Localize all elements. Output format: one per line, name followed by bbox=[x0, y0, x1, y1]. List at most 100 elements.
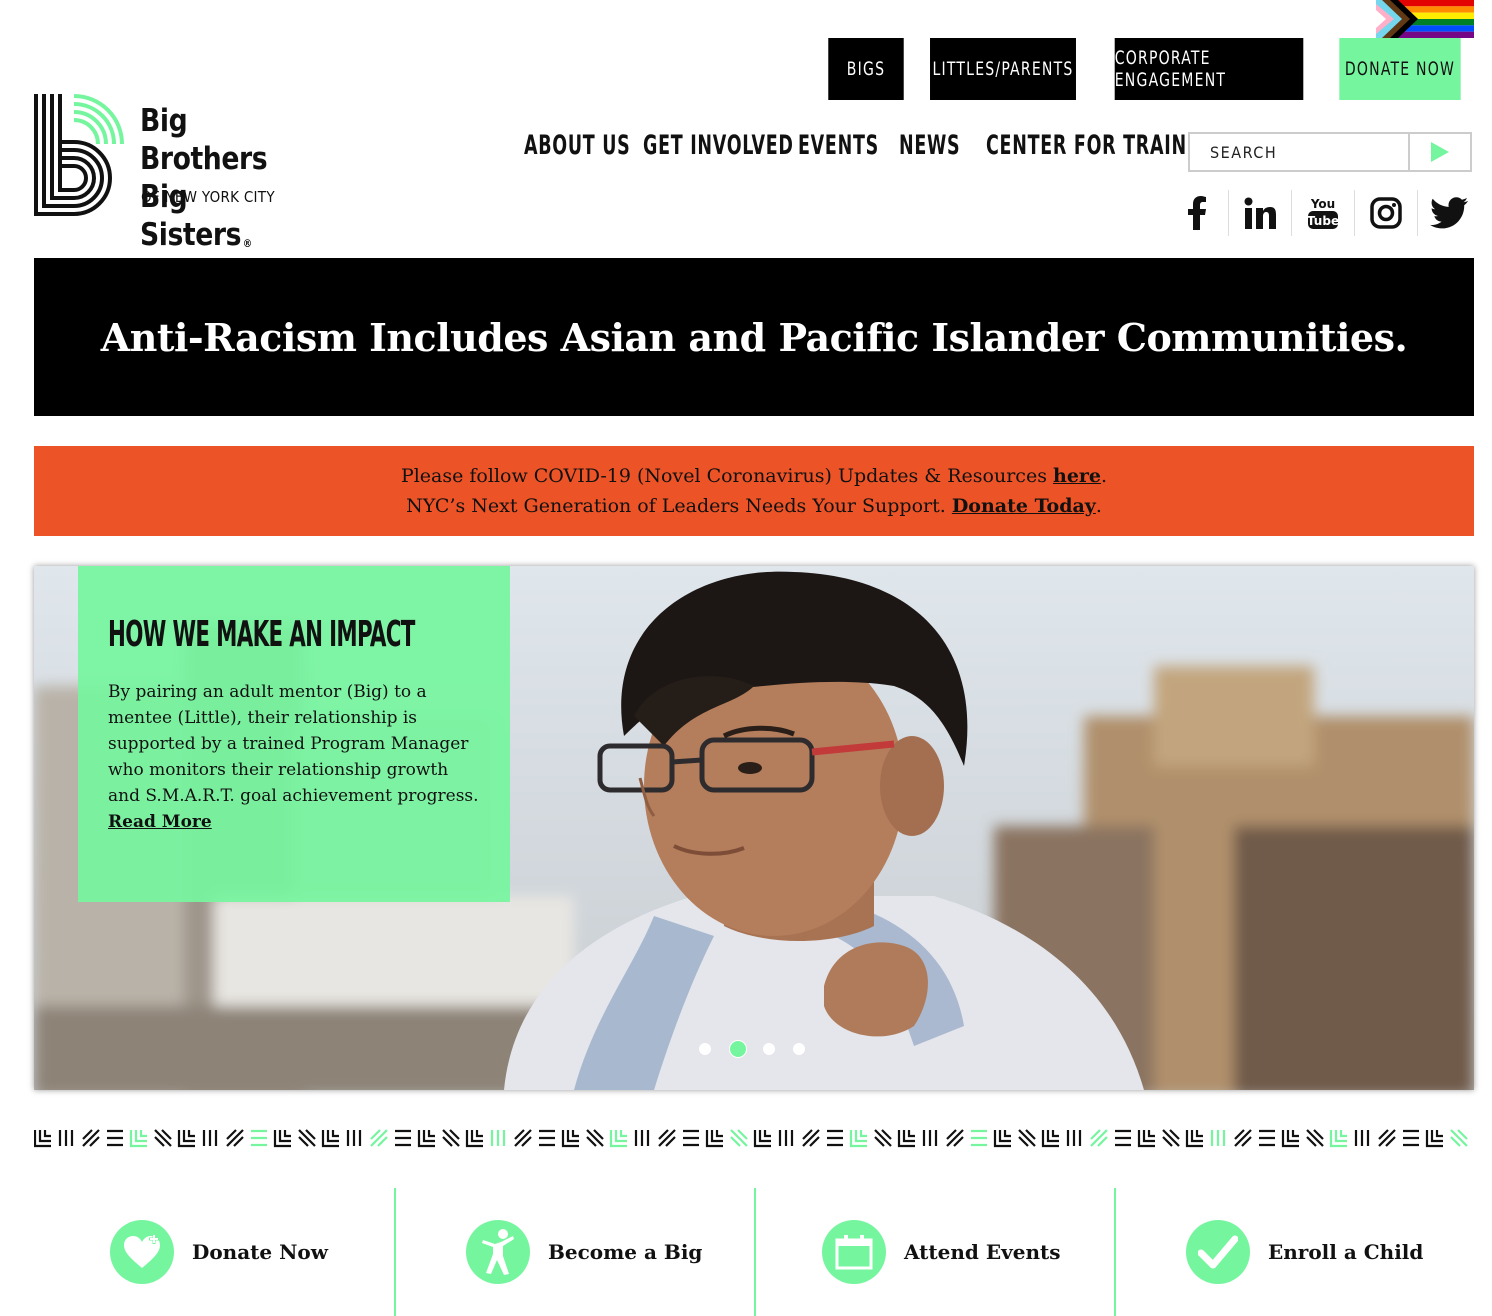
pattern-glyph bbox=[442, 1129, 460, 1147]
littles-parents-button[interactable]: LITTLES/PARENTS bbox=[930, 38, 1076, 100]
pattern-glyph bbox=[1090, 1129, 1108, 1147]
corporate-engagement-button[interactable]: CORPORATE ENGAGEMENT bbox=[1114, 38, 1304, 100]
search-input[interactable] bbox=[1190, 134, 1408, 170]
alert-line-1-end: . bbox=[1101, 465, 1108, 487]
bigs-button[interactable]: BIGS bbox=[828, 38, 904, 100]
pattern-glyph bbox=[1115, 1129, 1131, 1147]
pattern-glyph bbox=[34, 1130, 51, 1148]
cta-events-label: Attend Events bbox=[904, 1240, 1061, 1264]
announcement-banner: Anti-Racism Includes Asian and Pacific I… bbox=[34, 258, 1474, 416]
twitter-link[interactable] bbox=[1418, 190, 1480, 236]
impact-card: HOW WE MAKE AN IMPACT By pairing an adul… bbox=[78, 566, 510, 902]
pattern-glyph bbox=[58, 1130, 74, 1146]
impact-title: HOW WE MAKE AN IMPACT bbox=[108, 614, 415, 655]
pattern-glyph bbox=[609, 1130, 627, 1148]
slide-dot-2[interactable] bbox=[729, 1040, 747, 1058]
cta-attend-events[interactable]: Attend Events bbox=[822, 1188, 1060, 1316]
nav-about-us[interactable]: ABOUT US bbox=[524, 130, 631, 161]
impact-body: By pairing an adult mentor (Big) to a me… bbox=[108, 679, 480, 835]
pattern-glyph bbox=[683, 1129, 699, 1147]
bigs-label: BIGS bbox=[846, 58, 886, 80]
corporate-engagement-label: CORPORATE ENGAGEMENT bbox=[1114, 47, 1227, 91]
donate-now-button[interactable]: DONATE NOW bbox=[1339, 38, 1461, 100]
pattern-glyph bbox=[753, 1130, 771, 1148]
twitter-icon bbox=[1430, 197, 1468, 229]
cta-become-a-big[interactable]: Become a Big bbox=[466, 1188, 702, 1316]
pattern-glyph bbox=[634, 1130, 650, 1146]
pattern-glyph bbox=[874, 1129, 892, 1147]
pattern-glyph bbox=[1018, 1129, 1036, 1147]
pattern-glyph bbox=[177, 1130, 195, 1148]
pattern-glyph bbox=[82, 1129, 100, 1147]
checkmark-icon bbox=[1186, 1220, 1250, 1284]
person-icon bbox=[466, 1220, 530, 1284]
pattern-glyph bbox=[778, 1130, 794, 1146]
alert-line-1-text: Please follow COVID-19 (Novel Coronaviru… bbox=[400, 465, 1053, 487]
nav-get-involved[interactable]: GET INVOLVED bbox=[643, 130, 794, 161]
linkedin-icon bbox=[1244, 197, 1276, 229]
utility-nav: BIGS LITTLES/PARENTS CORPORATE ENGAGEMEN… bbox=[820, 38, 1474, 100]
pattern-glyph bbox=[561, 1130, 579, 1148]
pattern-glyph bbox=[1259, 1129, 1275, 1147]
cta-divider bbox=[1114, 1188, 1116, 1316]
registered-mark: ® bbox=[242, 237, 252, 250]
pattern-glyph bbox=[107, 1129, 123, 1147]
nav-events[interactable]: EVENTS bbox=[798, 130, 879, 161]
heart-icon bbox=[110, 1220, 174, 1284]
cta-divider bbox=[754, 1188, 756, 1316]
pattern-glyph bbox=[273, 1130, 291, 1148]
pattern-glyph bbox=[129, 1130, 147, 1148]
pattern-glyph bbox=[586, 1129, 604, 1147]
read-more-link[interactable]: Read More bbox=[108, 812, 212, 832]
pattern-glyph bbox=[490, 1130, 506, 1146]
logo-subtitle: OF NEW YORK CITY bbox=[141, 188, 275, 206]
pattern-glyph bbox=[1210, 1130, 1226, 1146]
cta-enroll-a-child[interactable]: Enroll a Child bbox=[1186, 1188, 1423, 1316]
pattern-glyph bbox=[1378, 1129, 1396, 1147]
pattern-glyph bbox=[658, 1129, 676, 1147]
pattern-glyph bbox=[321, 1130, 339, 1148]
pattern-glyph bbox=[346, 1130, 362, 1146]
pattern-glyph bbox=[705, 1130, 723, 1148]
pattern-glyph bbox=[1403, 1129, 1419, 1147]
pattern-glyph bbox=[1306, 1129, 1324, 1147]
covid-alert-bar: Please follow COVID-19 (Novel Coronaviru… bbox=[34, 446, 1474, 536]
cta-divider bbox=[394, 1188, 396, 1316]
instagram-link[interactable] bbox=[1355, 190, 1418, 236]
nav-news[interactable]: NEWS bbox=[899, 130, 960, 161]
cta-enroll-label: Enroll a Child bbox=[1268, 1240, 1424, 1264]
pride-flag-icon bbox=[1376, 0, 1474, 38]
pattern-glyph bbox=[730, 1129, 748, 1147]
pattern-glyph bbox=[154, 1129, 172, 1147]
slide-dot-3[interactable] bbox=[763, 1043, 775, 1055]
pattern-glyph bbox=[922, 1130, 938, 1146]
donate-now-label: DONATE NOW bbox=[1344, 58, 1456, 80]
instagram-icon bbox=[1370, 197, 1402, 229]
decorative-pattern bbox=[34, 1128, 1474, 1148]
littles-parents-label: LITTLES/PARENTS bbox=[932, 58, 1074, 80]
cta-donate-label: Donate Now bbox=[192, 1240, 328, 1264]
cta-donate-now[interactable]: Donate Now bbox=[110, 1188, 328, 1316]
slide-dot-4[interactable] bbox=[793, 1043, 805, 1055]
pattern-glyph bbox=[897, 1130, 915, 1148]
site-logo[interactable]: Big Brothers Big Sisters ® OF NEW YORK CI… bbox=[34, 92, 324, 253]
covid-updates-link[interactable]: here bbox=[1053, 465, 1101, 487]
play-arrow-icon bbox=[1431, 142, 1449, 162]
search-box bbox=[1188, 132, 1472, 172]
youtube-icon: You Tube bbox=[1307, 197, 1339, 229]
linkedin-link[interactable] bbox=[1229, 190, 1292, 236]
pattern-glyph bbox=[202, 1130, 218, 1146]
alert-line-2: NYC’s Next Generation of Leaders Needs Y… bbox=[406, 491, 1102, 521]
donate-today-link[interactable]: Donate Today bbox=[952, 495, 1096, 517]
youtube-link[interactable]: You Tube bbox=[1292, 190, 1355, 236]
slide-dot-1[interactable] bbox=[699, 1043, 711, 1055]
logo-wordmark: Big Brothers Big Sisters ® bbox=[140, 102, 298, 263]
svg-text:You: You bbox=[1310, 197, 1335, 211]
search-submit-button[interactable] bbox=[1408, 134, 1470, 170]
facebook-link[interactable] bbox=[1166, 190, 1229, 236]
calendar-icon bbox=[822, 1220, 886, 1284]
pattern-glyph bbox=[1329, 1130, 1347, 1148]
pattern-glyph bbox=[251, 1129, 267, 1147]
cta-become-label: Become a Big bbox=[548, 1240, 703, 1264]
social-links: You Tube bbox=[1166, 190, 1480, 236]
